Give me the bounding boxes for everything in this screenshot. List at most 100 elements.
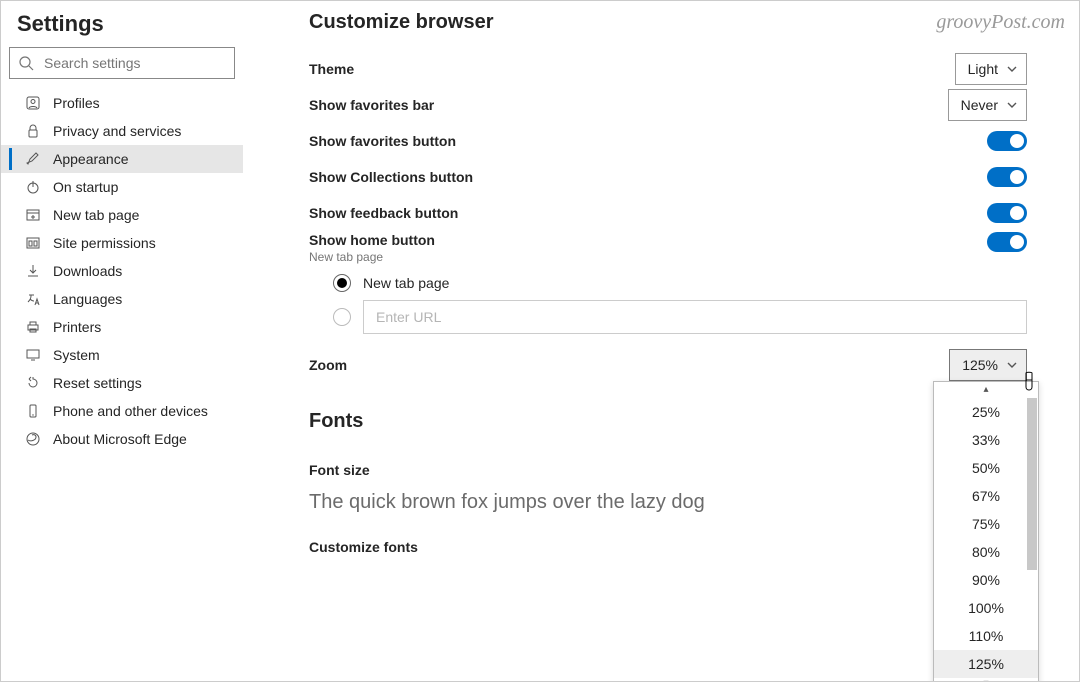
scroll-down-arrow-icon[interactable]: ▾ bbox=[934, 678, 1038, 682]
favorites-bar-dropdown[interactable]: Never bbox=[948, 89, 1027, 121]
zoom-option[interactable]: 90% bbox=[934, 566, 1038, 594]
settings-content: Customize browser Theme Light Show favor… bbox=[243, 1, 1079, 681]
home-button-row: Show home button New tab page bbox=[309, 232, 1027, 266]
zoom-option[interactable]: 33% bbox=[934, 426, 1038, 454]
sidebar-item-label: New tab page bbox=[53, 207, 139, 223]
settings-heading: Settings bbox=[1, 5, 243, 47]
feedback-button-row: Show feedback button bbox=[309, 196, 1027, 230]
favorites-button-toggle[interactable] bbox=[987, 131, 1027, 151]
zoom-scrollbar[interactable] bbox=[1027, 398, 1037, 678]
favorites-button-label: Show favorites button bbox=[309, 133, 456, 149]
zoom-option[interactable]: 110% bbox=[934, 622, 1038, 650]
zoom-dropdown[interactable]: 125% bbox=[949, 349, 1027, 381]
theme-value: Light bbox=[968, 61, 998, 77]
zoom-scrollbar-thumb[interactable] bbox=[1027, 398, 1037, 570]
sidebar-item-site-permissions[interactable]: Site permissions bbox=[1, 229, 243, 257]
sidebar-item-label: On startup bbox=[53, 179, 118, 195]
theme-row: Theme Light bbox=[309, 52, 1027, 86]
radio-unselected-icon[interactable] bbox=[333, 308, 351, 326]
home-newtab-radio-label: New tab page bbox=[363, 275, 449, 291]
home-url-input[interactable] bbox=[363, 300, 1027, 334]
radio-selected-icon[interactable] bbox=[333, 274, 351, 292]
zoom-value: 125% bbox=[962, 357, 998, 373]
sidebar-item-label: Profiles bbox=[53, 95, 100, 111]
zoom-options-list: 25%33%50%67%75%80%90%100%110%125% bbox=[934, 398, 1038, 678]
sidebar-item-languages[interactable]: Languages bbox=[1, 285, 243, 313]
sidebar-item-label: Privacy and services bbox=[53, 123, 181, 139]
font-sample-text: The quick brown fox jumps over the lazy … bbox=[309, 491, 1027, 514]
download-icon bbox=[23, 263, 43, 279]
favorites-bar-label: Show favorites bar bbox=[309, 97, 434, 113]
customize-fonts-row[interactable]: Customize fonts bbox=[309, 530, 1027, 564]
fonts-heading: Fonts bbox=[309, 410, 1027, 433]
sidebar-item-reset-settings[interactable]: Reset settings bbox=[1, 369, 243, 397]
font-size-label: Font size bbox=[309, 462, 370, 478]
customize-fonts-label: Customize fonts bbox=[309, 539, 418, 555]
zoom-row: Zoom 125% bbox=[309, 348, 1027, 382]
sidebar-item-phone-and-other-devices[interactable]: Phone and other devices bbox=[1, 397, 243, 425]
lock-icon bbox=[23, 123, 43, 139]
printer-icon bbox=[23, 319, 43, 335]
sidebar-item-about-microsoft-edge[interactable]: About Microsoft Edge bbox=[1, 425, 243, 453]
sidebar-item-new-tab-page[interactable]: New tab page bbox=[1, 201, 243, 229]
sidebar-item-on-startup[interactable]: On startup bbox=[1, 173, 243, 201]
home-button-toggle[interactable] bbox=[987, 232, 1027, 252]
favorites-bar-value: Never bbox=[961, 97, 998, 113]
sidebar-item-label: Downloads bbox=[53, 263, 122, 279]
zoom-option[interactable]: 25% bbox=[934, 398, 1038, 426]
chevron-down-icon bbox=[1006, 99, 1018, 111]
feedback-button-toggle[interactable] bbox=[987, 203, 1027, 223]
collections-button-toggle[interactable] bbox=[987, 167, 1027, 187]
home-button-sub: New tab page bbox=[309, 250, 435, 264]
sidebar-nav: Profiles Privacy and services Appearance On… bbox=[1, 89, 243, 453]
sidebar-item-printers[interactable]: Printers bbox=[1, 313, 243, 341]
home-newtab-radio-row[interactable]: New tab page bbox=[333, 266, 1027, 300]
font-size-row: Font size bbox=[309, 453, 1027, 487]
sidebar-item-label: Reset settings bbox=[53, 375, 142, 391]
zoom-option[interactable]: 125% bbox=[934, 650, 1038, 678]
perm-icon bbox=[23, 235, 43, 251]
customize-browser-heading: Customize browser bbox=[309, 11, 1027, 34]
sidebar-item-label: System bbox=[53, 347, 100, 363]
sidebar-item-downloads[interactable]: Downloads bbox=[1, 257, 243, 285]
sidebar-item-label: Phone and other devices bbox=[53, 403, 208, 419]
sidebar-item-label: Appearance bbox=[53, 151, 129, 167]
collections-button-row: Show Collections button bbox=[309, 160, 1027, 194]
sidebar-item-privacy-and-services[interactable]: Privacy and services bbox=[1, 117, 243, 145]
system-icon bbox=[23, 347, 43, 363]
settings-sidebar: Settings Profiles Privacy and services App… bbox=[1, 1, 243, 681]
sidebar-item-profiles[interactable]: Profiles bbox=[1, 89, 243, 117]
zoom-option[interactable]: 80% bbox=[934, 538, 1038, 566]
sidebar-item-appearance[interactable]: Appearance bbox=[1, 145, 243, 173]
collections-button-label: Show Collections button bbox=[309, 169, 473, 185]
chevron-down-icon bbox=[1006, 63, 1018, 75]
search-settings-field[interactable] bbox=[42, 54, 226, 72]
favorites-bar-row: Show favorites bar Never bbox=[309, 88, 1027, 122]
search-settings-input[interactable] bbox=[9, 47, 235, 79]
newtab-icon bbox=[23, 207, 43, 223]
profile-icon bbox=[23, 95, 43, 111]
edge-icon bbox=[23, 431, 43, 447]
home-button-label: Show home button bbox=[309, 232, 435, 248]
zoom-option[interactable]: 100% bbox=[934, 594, 1038, 622]
theme-dropdown[interactable]: Light bbox=[955, 53, 1027, 85]
search-icon bbox=[18, 55, 34, 71]
favorites-button-row: Show favorites button bbox=[309, 124, 1027, 158]
zoom-label: Zoom bbox=[309, 357, 347, 373]
sidebar-item-label: Printers bbox=[53, 319, 101, 335]
sidebar-item-label: Site permissions bbox=[53, 235, 156, 251]
zoom-option[interactable]: 75% bbox=[934, 510, 1038, 538]
sidebar-item-label: About Microsoft Edge bbox=[53, 431, 187, 447]
feedback-button-label: Show feedback button bbox=[309, 205, 458, 221]
brush-icon bbox=[23, 151, 43, 167]
scroll-up-arrow-icon[interactable]: ▴ bbox=[934, 384, 1038, 398]
phone-icon bbox=[23, 403, 43, 419]
lang-icon bbox=[23, 291, 43, 307]
zoom-option[interactable]: 50% bbox=[934, 454, 1038, 482]
home-url-radio-row[interactable] bbox=[333, 300, 1027, 334]
zoom-option[interactable]: 67% bbox=[934, 482, 1038, 510]
reset-icon bbox=[23, 375, 43, 391]
zoom-options-popup: ▴ 25%33%50%67%75%80%90%100%110%125% ▾ bbox=[933, 381, 1039, 682]
power-icon bbox=[23, 179, 43, 195]
sidebar-item-system[interactable]: System bbox=[1, 341, 243, 369]
